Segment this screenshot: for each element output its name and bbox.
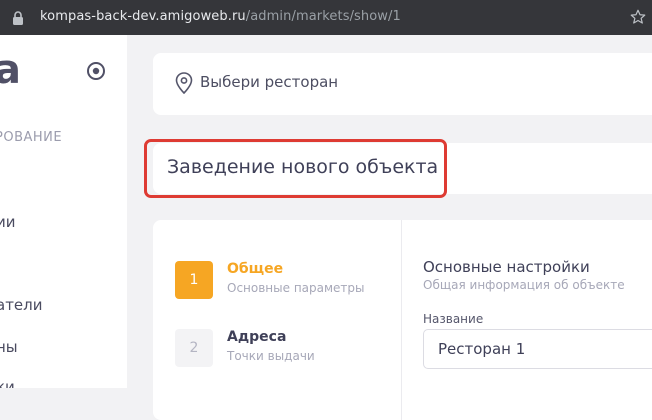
name-field[interactable] [423, 329, 652, 369]
url-text[interactable]: kompas-back-dev.amigoweb.ru/admin/market… [40, 9, 401, 24]
step-number: 1 [175, 261, 213, 299]
lock-icon[interactable] [12, 10, 24, 29]
location-pin-icon [175, 72, 193, 98]
step-title: Общее [227, 261, 284, 277]
step-subtitle: Основные параметры [227, 281, 365, 295]
steps-divider [401, 220, 402, 420]
sidebar: a РОВАНИЕ ии атели ны ки [0, 35, 127, 388]
url-host: kompas-back-dev.amigoweb.ru [40, 9, 246, 24]
section-title: Основные настройки [423, 258, 590, 276]
step-title: Адреса [227, 329, 287, 345]
sidebar-item-1[interactable]: ии [0, 213, 16, 231]
highlight-frame [144, 139, 447, 198]
sidebar-item-4[interactable]: ки [0, 378, 15, 388]
step-number: 2 [175, 329, 213, 367]
name-field-label: Название [423, 312, 484, 326]
url-path: /admin/markets/show/1 [245, 9, 401, 24]
section-subtitle: Общая информация об объекте [423, 278, 625, 292]
browser-address-bar[interactable]: kompas-back-dev.amigoweb.ru/admin/market… [0, 0, 652, 35]
restaurant-select-label: Выбери ресторан [200, 73, 339, 91]
step-subtitle: Точки выдачи [227, 349, 315, 363]
bookmark-star-icon[interactable] [629, 8, 647, 30]
object-form-card: 1 Общее Основные параметры 2 Адреса Точк… [153, 220, 652, 420]
sidebar-section-label: РОВАНИЕ [0, 130, 63, 145]
restaurant-select[interactable]: Выбери ресторан [153, 53, 652, 115]
radio-settings-icon[interactable] [86, 61, 106, 85]
sidebar-item-3[interactable]: ны [0, 338, 18, 356]
brand-logo: a [0, 47, 21, 93]
sidebar-item-2[interactable]: атели [0, 296, 43, 314]
